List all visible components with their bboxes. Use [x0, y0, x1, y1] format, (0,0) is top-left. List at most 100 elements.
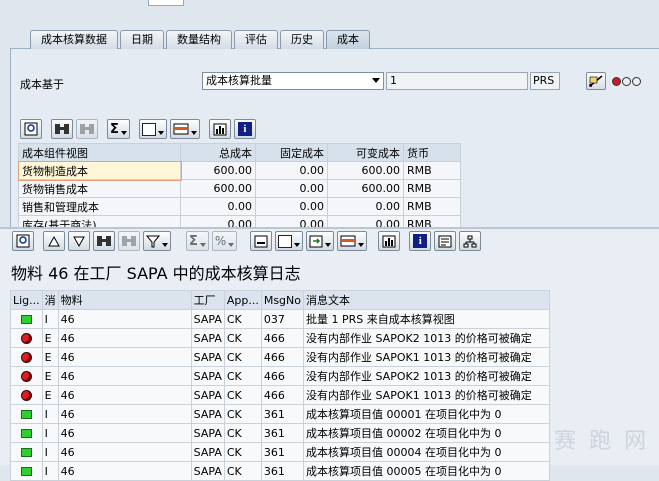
technical-info-button[interactable] [459, 231, 482, 251]
cost-basis-select[interactable]: 成本核算批量 [202, 72, 384, 90]
cell: SAPA [190, 328, 225, 348]
column-header[interactable]: 固定成本 [255, 143, 328, 162]
column-header[interactable]: 可变成本 [327, 143, 404, 162]
cell: 466 [260, 328, 305, 348]
column-header[interactable]: 消息文本 [303, 290, 550, 310]
cell [10, 347, 43, 367]
table-row[interactable]: I 46 SAPA CK 037 批量 1 PRS 来自成本核算视图 [10, 309, 550, 329]
tab-dates[interactable]: 日期 [120, 30, 164, 49]
find-next-button[interactable] [118, 231, 140, 251]
pencil-icon [589, 75, 603, 87]
status-lights-icon [612, 77, 641, 86]
cell: 46 [57, 423, 192, 443]
cell: 037 [260, 309, 305, 329]
red-light-icon [612, 77, 621, 86]
display-settings-button[interactable] [586, 72, 606, 90]
cell: 没有内部作业 SAPOK1 1013 的价格可被确定 [303, 385, 550, 405]
find-button[interactable] [51, 119, 73, 139]
table-row[interactable]: 货物制造成本 600.00 0.00 600.00 RMB [17, 160, 461, 181]
cell: 46 [57, 442, 192, 462]
cell: 361 [260, 404, 305, 424]
cell: 成本核算项目值 00001 在项目化中为 0 [303, 404, 550, 424]
cell: 46 [57, 347, 192, 367]
long-text-button[interactable] [434, 231, 457, 251]
info-button[interactable]: i [233, 119, 256, 139]
chart-button[interactable] [378, 231, 401, 251]
sort-descending-button[interactable] [68, 231, 90, 251]
cell: 46 [57, 328, 192, 348]
column-header[interactable]: App... [223, 290, 262, 310]
cell: CK [223, 461, 262, 481]
unit-field[interactable]: PRS [530, 72, 560, 90]
table-row[interactable]: E 46 SAPA CK 466 没有内部作业 SAPOK2 1013 的价格可被确定 [10, 366, 550, 386]
total-button[interactable]: Σ [107, 119, 130, 139]
cell: 361 [260, 423, 305, 443]
table-row[interactable]: E 46 SAPA CK 466 没有内部作业 SAPOK1 1013 的价格可被确定 [10, 347, 550, 367]
cell [10, 404, 43, 424]
table-row[interactable]: E 46 SAPA CK 466 没有内部作业 SAPOK1 1013 的价格可被确定 [10, 385, 550, 405]
print-view-button[interactable] [138, 119, 167, 139]
filter-icon [146, 235, 160, 247]
details-button[interactable] [20, 119, 42, 139]
message-log-table: Lig... 消 物料 工厂 App... MsgNo 消息文本 I 46 SAPA… [10, 290, 550, 481]
tab-costing-data[interactable]: 成本核算数据 [30, 30, 118, 49]
tab-qty-structure[interactable]: 数量结构 [166, 30, 232, 49]
column-header[interactable]: MsgNo [260, 290, 305, 310]
chart-button[interactable] [208, 119, 231, 139]
column-header[interactable]: 工厂 [190, 290, 225, 310]
tab-valuation[interactable]: 评估 [234, 30, 278, 49]
cell: I [41, 442, 59, 462]
column-header[interactable]: 货币 [403, 143, 461, 162]
column-header[interactable]: 总成本 [180, 143, 256, 162]
cell: 466 [260, 366, 305, 386]
cell: CK [223, 442, 262, 462]
sort-ascending-button[interactable] [43, 231, 65, 251]
tab-costs[interactable]: 成本 [326, 30, 370, 49]
cell[interactable]: 货物制造成本 [17, 160, 182, 181]
cell: 没有内部作业 SAPOK2 1013 的价格可被确定 [303, 328, 550, 348]
cell: 600.00 [327, 179, 404, 198]
red-light-icon [20, 351, 32, 363]
table-row[interactable]: E 46 SAPA CK 466 没有内部作业 SAPOK2 1013 的价格可被确定 [10, 328, 550, 348]
column-header[interactable]: 消 [41, 290, 59, 310]
subtotal-button[interactable]: % [211, 231, 238, 251]
dropdown-icon [190, 131, 197, 135]
table-row[interactable]: I 46 SAPA CK 361 成本核算项目值 00002 在项目化中为 0 [10, 423, 550, 443]
table-row[interactable]: I 46 SAPA CK 361 成本核算项目值 00001 在项目化中为 0 [10, 404, 550, 424]
find-next-button[interactable] [76, 119, 98, 139]
upper-toolbar: Σ i [20, 119, 256, 139]
filter-button[interactable] [143, 231, 171, 251]
column-header[interactable]: Lig... [10, 290, 43, 310]
print-button[interactable] [250, 231, 273, 251]
layout-button[interactable] [169, 119, 200, 139]
magnifier-icon [24, 122, 38, 136]
top-input-field[interactable] [148, 0, 184, 6]
views-button[interactable] [275, 231, 304, 251]
info-icon: i [237, 122, 252, 136]
cell: CK [223, 347, 262, 367]
info-button[interactable]: i [409, 231, 432, 251]
table-row[interactable]: I 46 SAPA CK 361 成本核算项目值 00004 在项目化中为 0 [10, 442, 550, 462]
cell: CK [223, 404, 262, 424]
cell[interactable]: 销售和管理成本 [18, 197, 181, 216]
find-button[interactable] [93, 231, 115, 251]
column-header[interactable]: 成本组件视图 [18, 143, 181, 162]
column-header[interactable]: 物料 [57, 290, 192, 310]
binoculars-next-icon [80, 124, 94, 134]
tab-history[interactable]: 历史 [280, 30, 324, 49]
cell: 46 [57, 309, 192, 329]
green-light-icon [20, 409, 32, 419]
table-row[interactable]: I 46 SAPA CK 361 成本核算项目值 00005 在项目化中为 0 [10, 461, 550, 481]
table-row[interactable]: 销售和管理成本 0.00 0.00 0.00 RMB [18, 197, 461, 216]
table-row[interactable]: 货物销售成本 600.00 0.00 600.00 RMB [18, 179, 461, 198]
total-button[interactable]: Σ [186, 231, 209, 251]
cell[interactable]: 货物销售成本 [18, 179, 181, 198]
cell: SAPA [190, 385, 225, 405]
cell: I [41, 423, 59, 443]
cost-components-table: 成本组件视图 总成本 固定成本 可变成本 货币 货物制造成本 600.00 0.… [17, 143, 461, 234]
layout-button[interactable] [337, 231, 368, 251]
cell [10, 461, 43, 481]
export-button[interactable] [306, 231, 335, 251]
details-button[interactable] [12, 231, 34, 251]
quantity-field[interactable]: 1 [386, 72, 528, 90]
